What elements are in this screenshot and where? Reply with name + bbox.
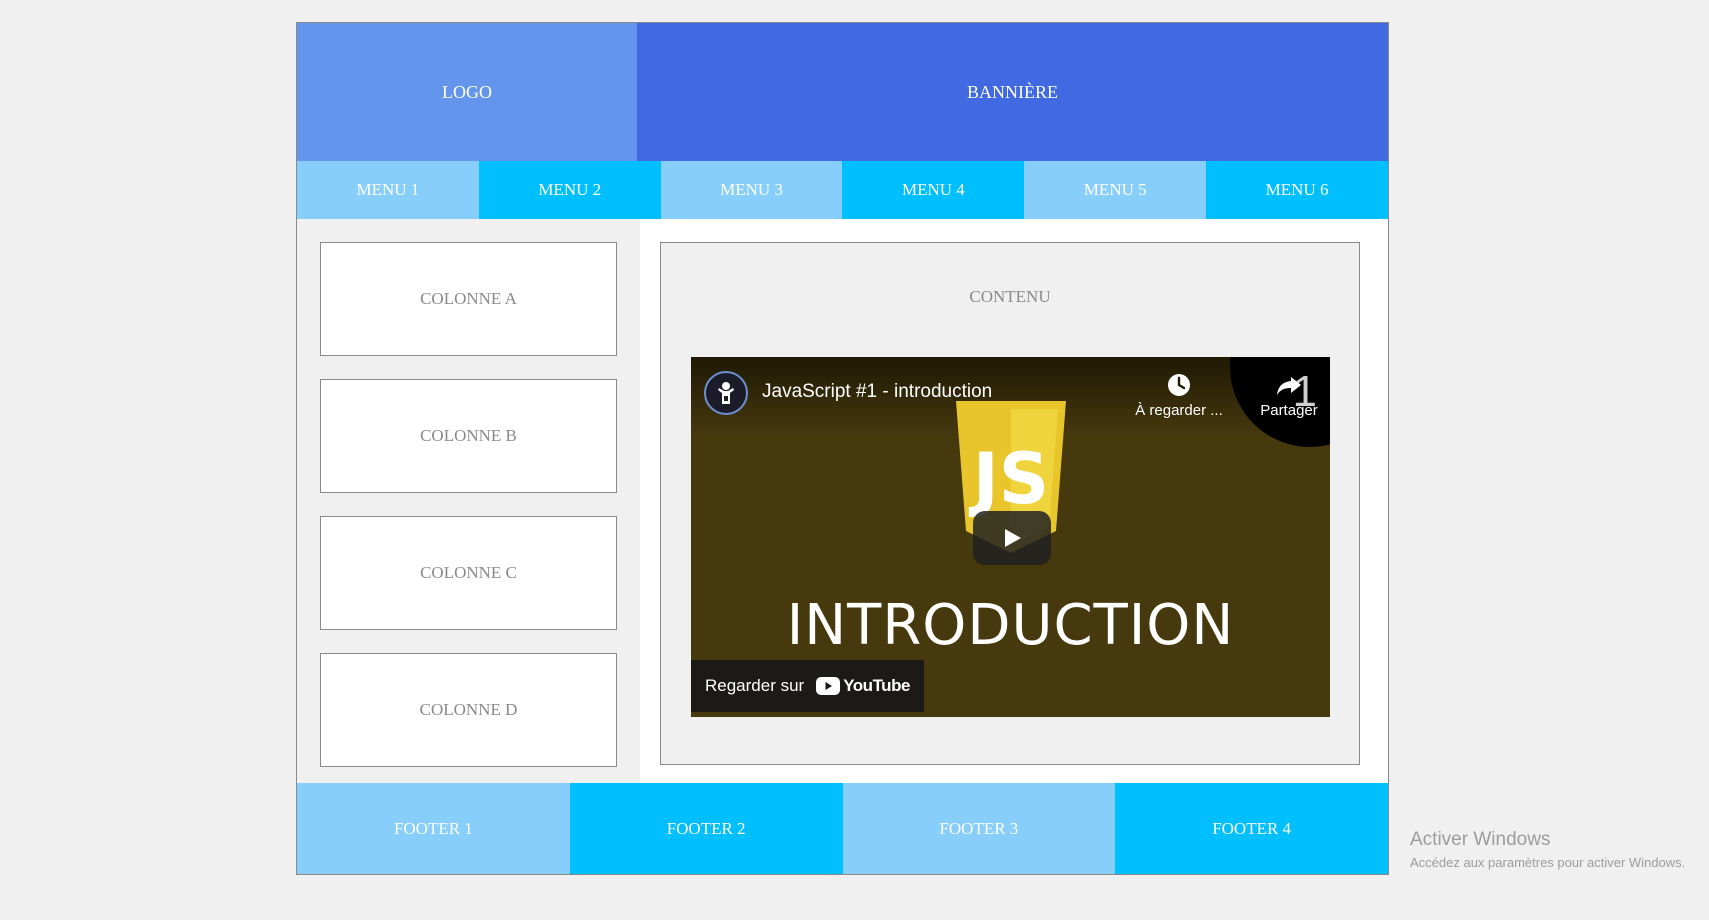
- share-label: Partager: [1260, 402, 1318, 419]
- video-title[interactable]: JavaScript #1 - introduction: [762, 381, 992, 403]
- content-panel: CONTENU JS 1 JavaScript #1 - introductio…: [660, 242, 1360, 765]
- menu-item-2[interactable]: MENU 2: [478, 161, 661, 219]
- footer: FOOTER 1 FOOTER 2 FOOTER 3 FOOTER 4: [297, 783, 1388, 874]
- footer-item-2[interactable]: FOOTER 2: [569, 783, 843, 874]
- footer-item-1[interactable]: FOOTER 1: [297, 783, 570, 874]
- footer-item-4[interactable]: FOOTER 4: [1115, 783, 1388, 874]
- footer-item-3[interactable]: FOOTER 3: [842, 783, 1116, 874]
- youtube-play-icon: [816, 677, 841, 695]
- content-wrapper: CONTENU JS 1 JavaScript #1 - introductio…: [640, 219, 1388, 788]
- content-title: CONTENU: [969, 287, 1051, 306]
- play-icon: [1005, 529, 1021, 547]
- main-menu: MENU 1 MENU 2 MENU 3 MENU 4 MENU 5 MENU …: [297, 161, 1388, 219]
- youtube-logo: YouTube: [816, 676, 910, 696]
- channel-avatar[interactable]: [704, 371, 748, 415]
- windows-activation-watermark: Activer Windows Accédez aux paramètres p…: [1410, 829, 1685, 870]
- watch-later-label: À regarder ...: [1135, 402, 1223, 419]
- header: LOGO BANNIÈRE: [297, 23, 1388, 161]
- youtube-wordmark: YouTube: [843, 676, 910, 695]
- banner: BANNIÈRE: [637, 23, 1388, 161]
- sidebar: COLONNE A COLONNE B COLONNE C COLONNE D: [297, 219, 640, 788]
- video-thumbnail-text: INTRODUCTION: [786, 593, 1235, 658]
- menu-item-4[interactable]: MENU 4: [842, 161, 1025, 219]
- menu-item-3[interactable]: MENU 3: [660, 161, 843, 219]
- watermark-subtitle: Accédez aux paramètres pour activer Wind…: [1410, 855, 1686, 870]
- column-b: COLONNE B: [320, 379, 617, 493]
- clock-icon: [1168, 374, 1190, 396]
- channel-avatar-icon: [718, 382, 734, 404]
- column-c: COLONNE C: [320, 516, 617, 630]
- menu-item-6[interactable]: MENU 6: [1206, 161, 1388, 219]
- column-d: COLONNE D: [320, 653, 617, 767]
- watch-on-youtube-button[interactable]: Regarder sur YouTube: [691, 660, 924, 712]
- page-container: LOGO BANNIÈRE MENU 1 MENU 2 MENU 3 MENU …: [296, 22, 1389, 875]
- youtube-video-embed[interactable]: JS 1 JavaScript #1 - introduction À rega…: [691, 357, 1330, 717]
- play-button[interactable]: [973, 511, 1051, 565]
- share-arrow-icon: [1277, 377, 1301, 395]
- column-a: COLONNE A: [320, 242, 617, 356]
- menu-item-5[interactable]: MENU 5: [1024, 161, 1207, 219]
- share-button[interactable]: Partager: [1249, 371, 1329, 419]
- menu-item-1[interactable]: MENU 1: [297, 161, 479, 219]
- logo: LOGO: [297, 23, 637, 161]
- main-area: COLONNE A COLONNE B COLONNE C COLONNE D …: [297, 219, 1388, 788]
- watermark-title: Activer Windows: [1410, 829, 1551, 850]
- js-logo-text: JS: [969, 438, 1049, 520]
- watch-on-label: Regarder sur: [705, 676, 805, 695]
- watch-later-button[interactable]: À regarder ...: [1129, 371, 1229, 419]
